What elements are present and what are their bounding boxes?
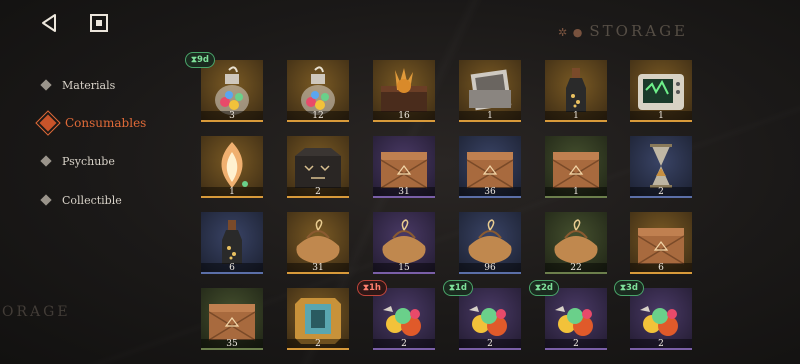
- rarity-bar: [373, 348, 435, 350]
- bottle-item[interactable]: 1: [545, 60, 607, 122]
- back-triangle-icon[interactable]: [38, 12, 60, 34]
- sidebar-item-consumables[interactable]: Consumables: [35, 110, 147, 136]
- crate-item[interactable]: 6: [630, 212, 692, 274]
- sack-item[interactable]: 31: [287, 212, 349, 274]
- fruit-pack-item[interactable]: 2: [630, 288, 692, 350]
- crate-item[interactable]: 35: [201, 288, 263, 350]
- crate-item[interactable]: 1: [545, 136, 607, 198]
- hourglass-item[interactable]: 2: [630, 136, 692, 198]
- sidebar-item-label: Materials: [62, 78, 116, 92]
- sidebar-item-label: Consumables: [65, 116, 147, 130]
- rarity-bar: [201, 272, 263, 274]
- rarity-bar: [287, 196, 349, 198]
- crate-item[interactable]: 31: [373, 136, 435, 198]
- rarity-bar: [373, 272, 435, 274]
- rarity-bar: [545, 196, 607, 198]
- expiry-timer-badge: ⧗9d: [185, 52, 215, 68]
- rarity-bar: [287, 348, 349, 350]
- rarity-bar: [459, 272, 521, 274]
- rarity-bar: [630, 120, 692, 122]
- rarity-bar: [545, 272, 607, 274]
- rarity-bar: [373, 196, 435, 198]
- diamond-icon: [40, 194, 52, 206]
- rarity-bar: [630, 348, 692, 350]
- bottle-item[interactable]: 6: [201, 212, 263, 274]
- rarity-bar: [459, 120, 521, 122]
- rarity-bar: [459, 348, 521, 350]
- sidebar-item-materials[interactable]: Materials: [36, 73, 115, 97]
- bottom-watermark: ORAGE: [2, 304, 71, 320]
- fruit-pack-item[interactable]: 2: [545, 288, 607, 350]
- storage-watermark: ✲ ● STORAGE: [558, 22, 688, 40]
- candy-jar-item[interactable]: 12: [287, 60, 349, 122]
- rarity-bar: [201, 196, 263, 198]
- rarity-bar: [373, 120, 435, 122]
- fruit-pack-item[interactable]: 2: [373, 288, 435, 350]
- diamond-icon: [35, 110, 61, 136]
- expiry-timer-badge: ⧗1h: [357, 280, 387, 296]
- expiry-timer-badge: ⧗3d: [614, 280, 644, 296]
- rarity-bar: [545, 348, 607, 350]
- flame-crystal-item[interactable]: 1: [201, 136, 263, 198]
- rabbit-box-item[interactable]: 16: [373, 60, 435, 122]
- rarity-bar: [201, 120, 263, 122]
- rarity-bar: [201, 348, 263, 350]
- rarity-bar: [459, 196, 521, 198]
- home-square-icon[interactable]: [88, 12, 110, 34]
- photo-box-item[interactable]: 1: [459, 60, 521, 122]
- candy-jar-item[interactable]: 3: [201, 60, 263, 122]
- diamond-icon: [40, 79, 52, 91]
- rarity-bar: [287, 120, 349, 122]
- rarity-bar: [630, 196, 692, 198]
- rarity-bar: [287, 272, 349, 274]
- gold-card-item[interactable]: 2: [287, 288, 349, 350]
- expiry-timer-badge: ⧗2d: [529, 280, 559, 296]
- ornament-icon: ✲ ●: [558, 26, 584, 39]
- sack-item[interactable]: 15: [373, 212, 435, 274]
- crate-item[interactable]: 36: [459, 136, 521, 198]
- rarity-bar: [545, 120, 607, 122]
- diamond-icon: [40, 155, 52, 167]
- fruit-pack-item[interactable]: 2: [459, 288, 521, 350]
- sidebar-item-label: Collectible: [62, 193, 122, 207]
- sack-item[interactable]: 96: [459, 212, 521, 274]
- sidebar-item-label: Psychube: [62, 154, 115, 168]
- expiry-timer-badge: ⧗1d: [443, 280, 473, 296]
- sack-item[interactable]: 22: [545, 212, 607, 274]
- watermark-text: STORAGE: [589, 22, 688, 40]
- dark-chest-item[interactable]: 2: [287, 136, 349, 198]
- sidebar-item-collectible[interactable]: Collectible: [36, 188, 122, 212]
- television-item[interactable]: 1: [630, 60, 692, 122]
- sidebar-item-psychube[interactable]: Psychube: [36, 149, 115, 173]
- rarity-bar: [630, 272, 692, 274]
